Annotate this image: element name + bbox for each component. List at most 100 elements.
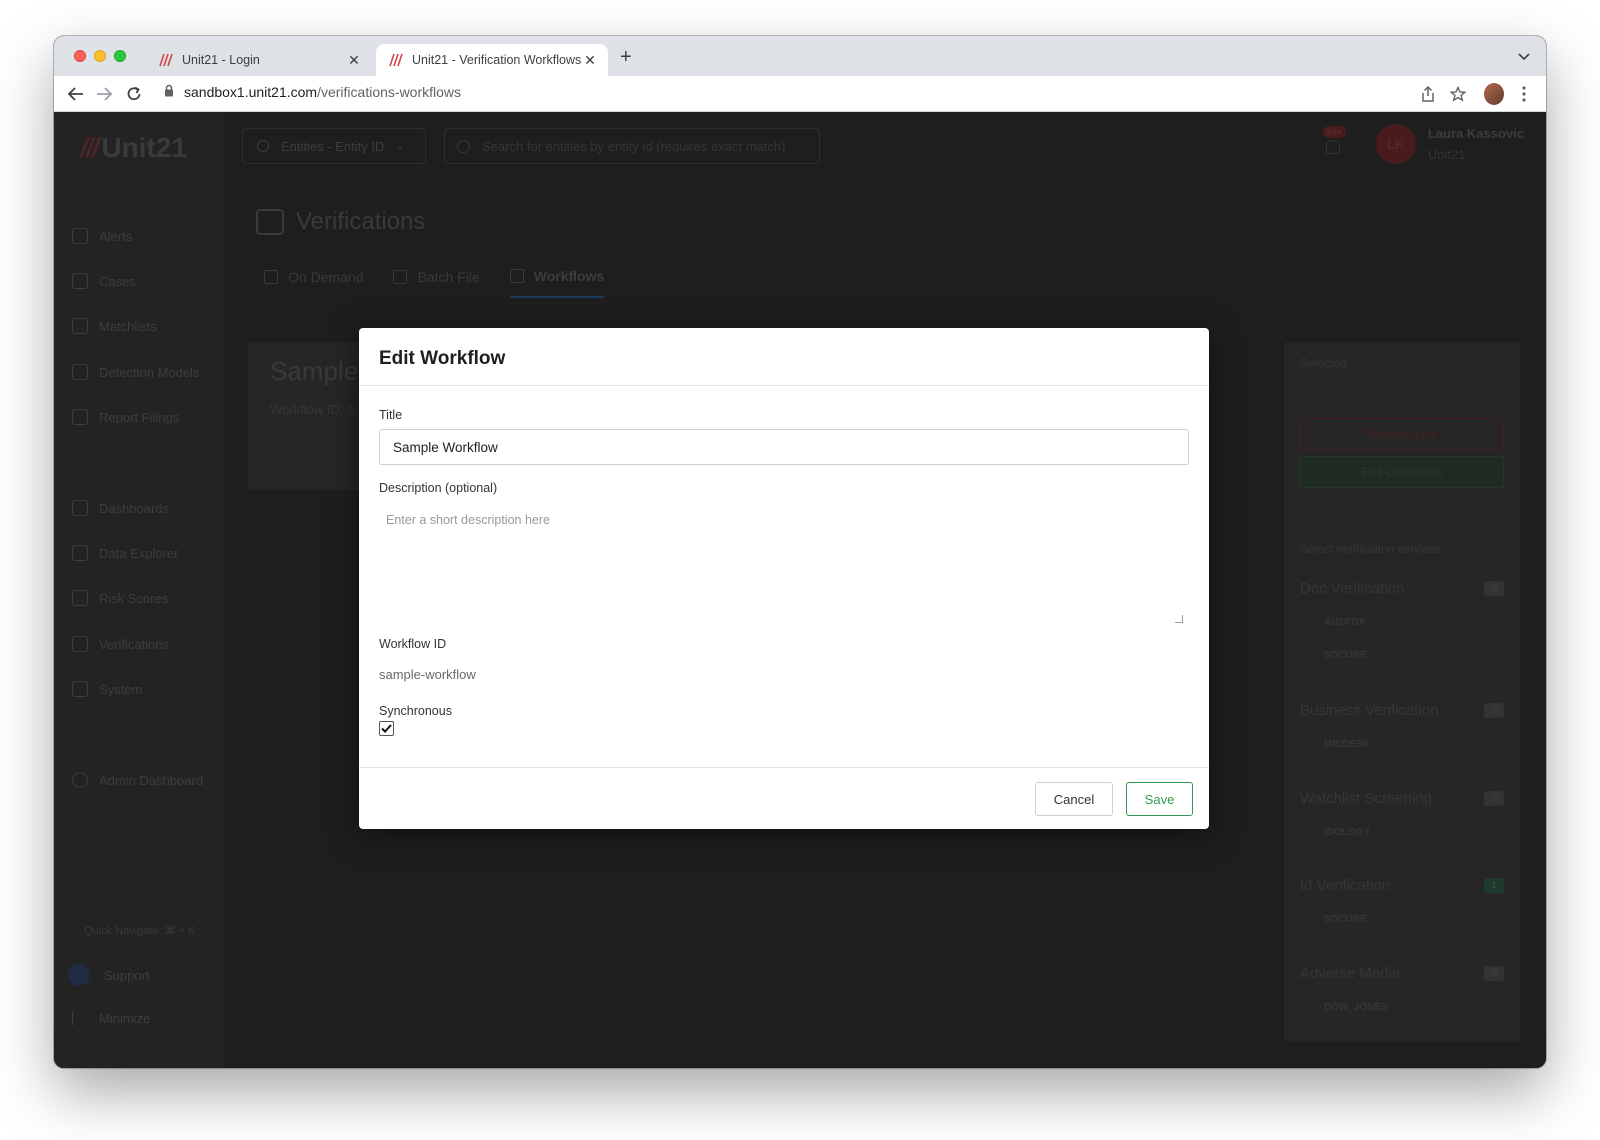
- provider-label[interactable]: MIDDESK: [1324, 739, 1504, 750]
- cancel-button[interactable]: Cancel: [1035, 782, 1113, 816]
- close-tab-icon[interactable]: ✕: [582, 52, 598, 69]
- bookmark-star-icon[interactable]: [1448, 84, 1468, 104]
- warning-icon: [72, 590, 88, 606]
- maximize-window-button[interactable]: [114, 50, 126, 62]
- sidebar-item-admin-dashboard[interactable]: Admin Dashboard: [72, 772, 203, 788]
- globe-icon: [72, 772, 88, 788]
- sidebar-item-report-filings[interactable]: Report Filings: [72, 409, 179, 425]
- tab-title: Unit21 - Verification Workflows: [412, 53, 582, 67]
- bell-icon[interactable]: [1326, 140, 1340, 154]
- avatar: LK: [1375, 124, 1416, 164]
- service-adverse-media[interactable]: Adverse Media 0 DOW_JONES: [1300, 965, 1504, 1013]
- tab-batch-file[interactable]: Batch File: [393, 268, 480, 298]
- profile-avatar[interactable]: [1484, 83, 1504, 105]
- resize-handle-icon[interactable]: [1175, 615, 1183, 623]
- gear-icon: [72, 681, 88, 697]
- service-count-badge: 0: [1484, 703, 1504, 718]
- provider-label[interactable]: DOW_JONES: [1324, 1002, 1504, 1013]
- tab-workflows[interactable]: Workflows: [509, 268, 605, 298]
- user-name: Laura Kassovic: [1427, 126, 1524, 141]
- chevron-down-icon: ⌄: [394, 138, 406, 153]
- minimize-window-button[interactable]: [94, 50, 106, 62]
- url-host: sandbox1.unit21.com: [184, 84, 318, 100]
- entity-search-input[interactable]: Search for entities by entity id (requir…: [444, 128, 820, 164]
- entity-type-dropdown[interactable]: Entities - Entity ID ⌄: [242, 128, 426, 164]
- sidebar-item-verifications[interactable]: Verifications: [72, 636, 169, 652]
- provider-label[interactable]: AU10TIX: [1324, 617, 1504, 628]
- back-arrow-icon[interactable]: [66, 84, 86, 104]
- unit21-favicon-icon: [386, 52, 404, 68]
- sidebar-item-alerts[interactable]: Alerts: [72, 228, 132, 244]
- sidebar-item-system[interactable]: System: [72, 681, 142, 697]
- user-list-icon: [72, 318, 88, 334]
- sidebar-item-data-explorer[interactable]: Data Explorer: [72, 545, 178, 561]
- edit-conditions-button[interactable]: Edit Conditions: [1300, 456, 1504, 488]
- id-card-icon: [72, 636, 88, 652]
- bank-icon: [72, 409, 88, 425]
- sidebar: ///Unit21 Alerts Cases Matchlists Detect…: [54, 112, 224, 1068]
- tab-on-demand[interactable]: On Demand: [264, 268, 363, 298]
- sidebar-item-risk-scores[interactable]: Risk Scores: [72, 590, 168, 606]
- collapse-arrow-icon: [72, 1010, 88, 1026]
- minimize-sidebar-button[interactable]: Minimize: [72, 1010, 150, 1026]
- new-tab-icon[interactable]: +: [620, 46, 632, 69]
- briefcase-icon: [72, 273, 88, 289]
- provider-label[interactable]: SOCURE: [1324, 914, 1504, 925]
- unit21-logo[interactable]: ///Unit21: [80, 132, 187, 164]
- id-card-icon: [256, 209, 284, 235]
- tab-strip: Unit21 - Login ✕ Unit21 - Verification W…: [54, 36, 1546, 76]
- save-button[interactable]: Save: [1126, 782, 1193, 816]
- remove-link-button[interactable]: Remove Link: [1300, 418, 1504, 450]
- browser-tab-login[interactable]: Unit21 - Login ✕: [146, 44, 372, 76]
- tab-title: Unit21 - Login: [182, 53, 260, 67]
- workflow-id-value: sample-workflow: [379, 667, 476, 682]
- workflow-card-id: Workflow ID: s: [270, 402, 354, 417]
- synchronous-checkbox[interactable]: [379, 721, 394, 736]
- notification-badge: 99+: [1322, 126, 1346, 138]
- selected-label: Selected:: [1300, 356, 1351, 370]
- scale-icon: [72, 364, 88, 380]
- description-label: Description (optional): [379, 481, 498, 495]
- file-icon: [393, 270, 408, 284]
- user-menu[interactable]: LK Laura Kassovic Unit21: [1375, 124, 1524, 164]
- description-textarea[interactable]: Enter a short description here: [379, 501, 1189, 629]
- service-business-verification[interactable]: Business Verification 0 MIDDESK: [1300, 702, 1504, 750]
- title-label: Title: [379, 408, 403, 422]
- title-input[interactable]: Sample Workflow: [379, 429, 1189, 465]
- service-count-badge: 0: [1484, 966, 1504, 981]
- description-placeholder: Enter a short description here: [386, 513, 550, 527]
- support-button[interactable]: Support: [68, 964, 150, 986]
- service-watchlist-screening[interactable]: Watchlist Screening 0 IDOLOGY: [1300, 790, 1504, 838]
- url-path: /verifications-workflows: [317, 84, 462, 100]
- service-id-verification[interactable]: Id Verification 1 SOCURE: [1300, 877, 1504, 925]
- close-window-button[interactable]: [74, 50, 86, 62]
- checkmark-icon: [381, 724, 392, 733]
- browser-menu-icon[interactable]: [1514, 84, 1534, 104]
- sidebar-item-matchlists[interactable]: Matchlists: [72, 318, 157, 334]
- quick-navigate-hint: Quick Navigate: ⌘ + K: [84, 925, 196, 937]
- browser-tab-workflows[interactable]: Unit21 - Verification Workflows ✕: [376, 44, 608, 76]
- url-field[interactable]: sandbox1.unit21.com/verifications-workfl…: [164, 84, 461, 100]
- close-tab-icon[interactable]: ✕: [346, 52, 362, 69]
- sidebar-item-cases[interactable]: Cases: [72, 273, 136, 289]
- sidebar-item-detection-models[interactable]: Detection Models: [72, 364, 199, 380]
- provider-label[interactable]: SOCURE: [1324, 650, 1504, 661]
- user-org: Unit21: [1427, 147, 1466, 162]
- service-doc-verification[interactable]: Doc Verification 0 AU10TIX SOCURE: [1300, 580, 1504, 661]
- tab-search-chevron-icon[interactable]: [1518, 48, 1530, 66]
- forward-arrow-icon[interactable]: [94, 84, 114, 104]
- search-list-icon: [72, 545, 88, 561]
- sidebar-item-dashboards[interactable]: Dashboards: [72, 500, 169, 516]
- service-count-badge: 1: [1484, 878, 1504, 893]
- flag-icon: [72, 228, 88, 244]
- synchronous-label: Synchronous: [379, 704, 452, 718]
- share-icon[interactable]: [1418, 84, 1438, 104]
- address-bar: sandbox1.unit21.com/verifications-workfl…: [54, 76, 1546, 112]
- workflow-card-title: Sample: [270, 356, 359, 386]
- id-card-icon: [264, 270, 278, 284]
- provider-label[interactable]: IDOLOGY: [1324, 827, 1504, 838]
- reload-icon[interactable]: [124, 84, 144, 104]
- services-label: Select verification services: [1300, 542, 1442, 556]
- modal-title: Edit Workflow: [359, 328, 1209, 386]
- lock-icon: [164, 84, 174, 100]
